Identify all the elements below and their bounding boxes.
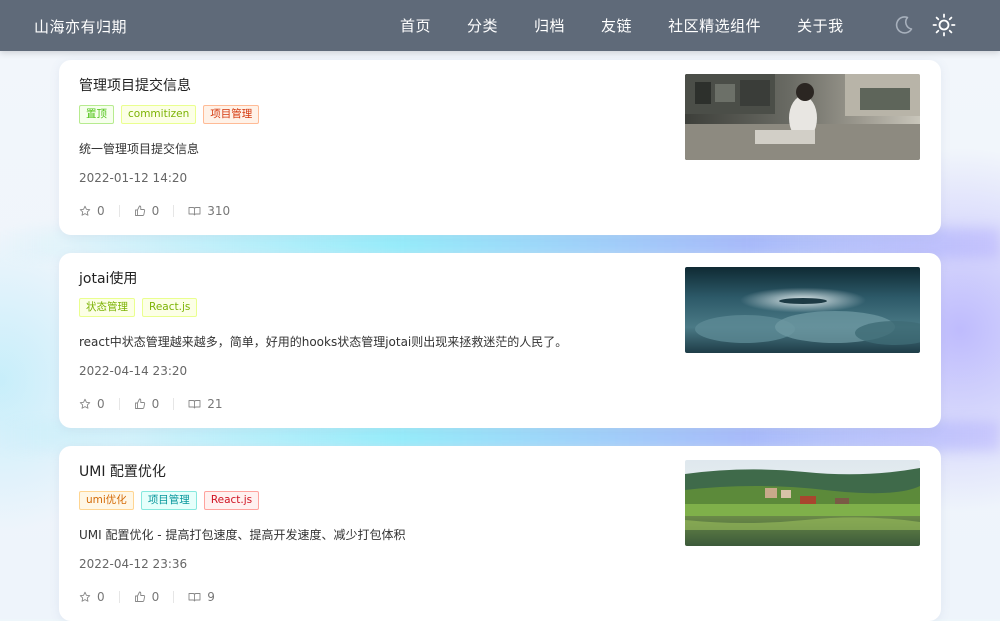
divider bbox=[118, 591, 120, 603]
tag[interactable]: 置顶 bbox=[79, 105, 114, 124]
like-count: 0 bbox=[151, 397, 160, 411]
like-stat[interactable]: 0 bbox=[134, 590, 160, 604]
tag[interactable]: React.js bbox=[142, 298, 198, 317]
post-card[interactable]: UMI 配置优化 umi优化 项目管理 React.js UMI 配置优化 - … bbox=[59, 446, 941, 621]
book-icon bbox=[188, 400, 201, 409]
tag[interactable]: 项目管理 bbox=[140, 491, 197, 510]
tag[interactable]: React.js bbox=[203, 491, 260, 510]
post-date: 2022-04-12 23:36 bbox=[79, 557, 188, 571]
divider bbox=[173, 591, 175, 603]
views-stat: 9 bbox=[188, 590, 215, 604]
thumbs-up-icon bbox=[134, 398, 145, 409]
post-date: 2022-01-12 14:20 bbox=[79, 171, 188, 185]
post-title[interactable]: 管理项目提交信息 bbox=[79, 75, 191, 95]
divider bbox=[118, 398, 120, 410]
thumbs-up-icon bbox=[134, 205, 145, 216]
main-nav: 首页 分类 归档 友链 社区精选组件 关于我 bbox=[400, 0, 880, 51]
post-tags: umi优化 项目管理 React.js bbox=[79, 491, 260, 510]
site-title[interactable]: 山海亦有归期 bbox=[34, 16, 127, 37]
views-stat: 21 bbox=[188, 397, 223, 411]
like-count: 0 bbox=[151, 204, 160, 218]
like-stat[interactable]: 0 bbox=[134, 397, 160, 411]
star-stat[interactable]: 0 bbox=[79, 590, 105, 604]
like-count: 0 bbox=[151, 590, 160, 604]
post-title[interactable]: jotai使用 bbox=[79, 268, 137, 288]
star-count: 0 bbox=[97, 397, 105, 411]
post-tags: 状态管理 React.js bbox=[79, 298, 198, 317]
post-tags: 置顶 commitizen 项目管理 bbox=[79, 105, 260, 124]
star-count: 0 bbox=[97, 204, 105, 218]
star-stat[interactable]: 0 bbox=[79, 397, 105, 411]
tag[interactable]: 状态管理 bbox=[79, 298, 135, 317]
post-date: 2022-04-14 23:20 bbox=[79, 364, 188, 378]
tag[interactable]: 项目管理 bbox=[203, 105, 260, 124]
post-card[interactable]: 管理项目提交信息 置顶 commitizen 项目管理 统一管理项目提交信息 2… bbox=[59, 60, 941, 235]
sun-icon[interactable] bbox=[932, 13, 956, 37]
star-icon bbox=[79, 591, 91, 602]
tag[interactable]: commitizen bbox=[121, 105, 197, 124]
view-count: 21 bbox=[207, 397, 223, 411]
divider bbox=[173, 205, 175, 217]
like-stat[interactable]: 0 bbox=[134, 204, 160, 218]
tag[interactable]: umi优化 bbox=[79, 491, 134, 510]
thumbs-up-icon bbox=[134, 591, 145, 602]
book-icon bbox=[188, 593, 201, 602]
divider bbox=[173, 398, 175, 410]
post-thumbnail[interactable] bbox=[685, 74, 920, 160]
post-stats: 0 0 9 bbox=[79, 590, 215, 604]
post-stats: 0 0 21 bbox=[79, 397, 223, 411]
post-stats: 0 0 310 bbox=[79, 204, 230, 218]
star-count: 0 bbox=[97, 590, 105, 604]
post-thumbnail[interactable] bbox=[685, 460, 920, 546]
divider bbox=[118, 205, 120, 217]
nav-home[interactable]: 首页 bbox=[400, 15, 431, 36]
view-count: 9 bbox=[207, 590, 215, 604]
post-title[interactable]: UMI 配置优化 bbox=[79, 461, 166, 481]
star-stat[interactable]: 0 bbox=[79, 204, 105, 218]
post-thumbnail[interactable] bbox=[685, 267, 920, 353]
post-card[interactable]: jotai使用 状态管理 React.js react中状态管理越来越多，简单，… bbox=[59, 253, 941, 428]
book-icon bbox=[188, 207, 201, 216]
view-count: 310 bbox=[207, 204, 231, 218]
star-icon bbox=[79, 398, 91, 409]
moon-icon[interactable] bbox=[892, 13, 916, 37]
post-description: 统一管理项目提交信息 bbox=[79, 142, 200, 156]
nav-friend-links[interactable]: 友链 bbox=[601, 15, 632, 36]
views-stat: 310 bbox=[188, 204, 230, 218]
nav-about[interactable]: 关于我 bbox=[797, 15, 844, 36]
nav-archive[interactable]: 归档 bbox=[534, 15, 565, 36]
post-description: UMI 配置优化 - 提高打包速度、提高开发速度、减少打包体积 bbox=[79, 528, 406, 542]
nav-community-components[interactable]: 社区精选组件 bbox=[668, 15, 761, 36]
star-icon bbox=[79, 205, 91, 216]
nav-categories[interactable]: 分类 bbox=[467, 15, 498, 36]
top-navbar: 山海亦有归期 首页 分类 归档 友链 社区精选组件 关于我 bbox=[0, 0, 1000, 51]
post-description: react中状态管理越来越多，简单，好用的hooks状态管理jotai则出现来拯… bbox=[79, 335, 568, 349]
